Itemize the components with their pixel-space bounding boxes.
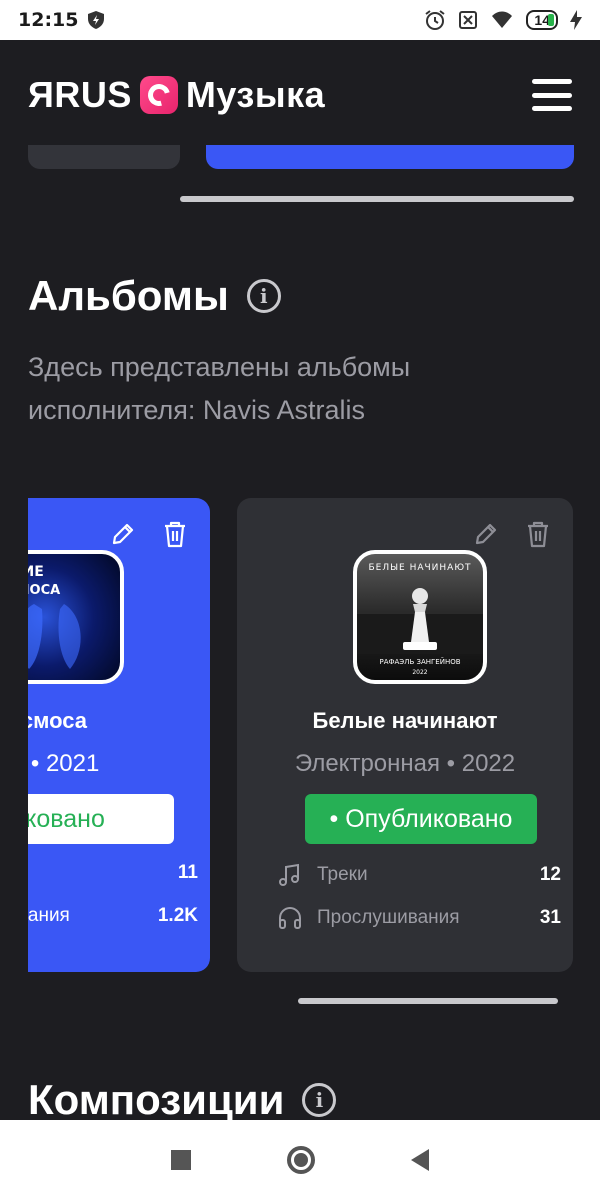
albums-carousel[interactable]: ЯНИЕ ОСМОСА космоса ная • 2021 иковано 1…	[28, 498, 574, 972]
album-card[interactable]: ЯНИЕ ОСМОСА космоса ная • 2021 иковано 1…	[28, 498, 210, 972]
album-meta: Электронная • 2022	[294, 750, 516, 777]
album-cover: ЯНИЕ ОСМОСА	[28, 550, 124, 684]
alarm-icon	[425, 10, 446, 30]
music-note-icon	[279, 863, 299, 886]
album-title[interactable]: космоса	[28, 708, 210, 734]
svg-text:БЕЛЫЕ НАЧИНАЮТ: БЕЛЫЕ НАЧИНАЮТ	[368, 563, 471, 573]
status-badge: иковано	[28, 794, 174, 844]
shield-icon	[88, 11, 105, 29]
headphones-icon	[279, 906, 301, 929]
battery-icon: 14	[526, 10, 558, 30]
album-cover-art: БЕЛЫЕ НАЧИНАЮТ РАФАЭЛЬ ЗАНГЕЙНОВ 2022	[357, 563, 483, 676]
system-nav-bar	[0, 1120, 600, 1200]
info-icon[interactable]: i	[246, 279, 281, 313]
status-bar: 12:15 14	[0, 0, 600, 40]
tracks-count: 11	[177, 862, 198, 883]
home-button[interactable]	[287, 1146, 315, 1174]
back-button[interactable]	[411, 1149, 429, 1171]
album-cover-art: ЯНИЕ ОСМОСА	[28, 564, 81, 669]
listens-count: 1.2K	[157, 905, 198, 926]
carousel-scrollbar[interactable]	[298, 998, 558, 1004]
brand-logo[interactable]: ЯRUS Музыка	[28, 74, 325, 116]
charging-icon	[570, 10, 582, 30]
recents-button[interactable]	[171, 1150, 191, 1170]
edit-icon[interactable]	[110, 520, 136, 548]
status-time: 12:15	[18, 9, 79, 31]
album-card[interactable]: БЕЛЫЕ НАЧИНАЮТ РАФАЭЛЬ ЗАНГЕЙНОВ 2022 Бе…	[237, 498, 573, 972]
horizontal-scrollbar[interactable]	[180, 196, 574, 202]
svg-text:ЯНИЕ: ЯНИЕ	[28, 564, 44, 580]
tracks-stat: Треки 12	[277, 862, 561, 888]
songs-heading: Композиции	[28, 1076, 285, 1123]
album-meta: ная • 2021	[28, 750, 100, 777]
top-card-partial	[28, 145, 180, 169]
brand-name: ЯRUS	[28, 74, 132, 115]
svg-text:2022: 2022	[412, 669, 427, 676]
album-title[interactable]: Белые начинают	[237, 708, 573, 734]
tracks-stat: 11	[28, 862, 198, 884]
svg-text:ОСМОСА: ОСМОСА	[28, 583, 60, 598]
listens-count: 31	[539, 907, 561, 928]
listens-stat: вания 1.2K	[28, 905, 198, 927]
delete-icon[interactable]	[525, 520, 551, 548]
delete-icon[interactable]	[162, 520, 188, 548]
listens-label: Прослушивания	[317, 907, 460, 928]
app-header: ЯRUS Музыка	[0, 40, 600, 150]
top-card-partial-blue	[206, 145, 574, 169]
albums-section-title: Альбомы i	[28, 272, 281, 320]
album-cover: БЕЛЫЕ НАЧИНАЮТ РАФАЭЛЬ ЗАНГЕЙНОВ 2022	[353, 550, 487, 684]
svg-text:РАФАЭЛЬ ЗАНГЕЙНОВ: РАФАЭЛЬ ЗАНГЕЙНОВ	[379, 657, 460, 666]
songs-section-title: Композиции i	[28, 1076, 337, 1124]
albums-description: Здесь представлены альбомы исполнителя: …	[28, 352, 411, 425]
music-logo-icon	[139, 76, 178, 114]
wifi-icon	[492, 11, 513, 28]
tracks-count: 12	[539, 864, 561, 885]
hamburger-menu-icon[interactable]	[532, 79, 572, 111]
status-badge: • Опубликовано	[305, 794, 537, 844]
listens-stat: Прослушивания 31	[277, 905, 561, 931]
albums-heading: Альбомы	[28, 272, 229, 319]
info-icon[interactable]: i	[302, 1083, 337, 1117]
sim-off-icon	[459, 11, 478, 29]
tracks-label: Треки	[317, 864, 368, 885]
edit-icon[interactable]	[473, 520, 499, 548]
brand-product: Музыка	[185, 74, 326, 115]
listens-label: вания	[28, 905, 70, 926]
